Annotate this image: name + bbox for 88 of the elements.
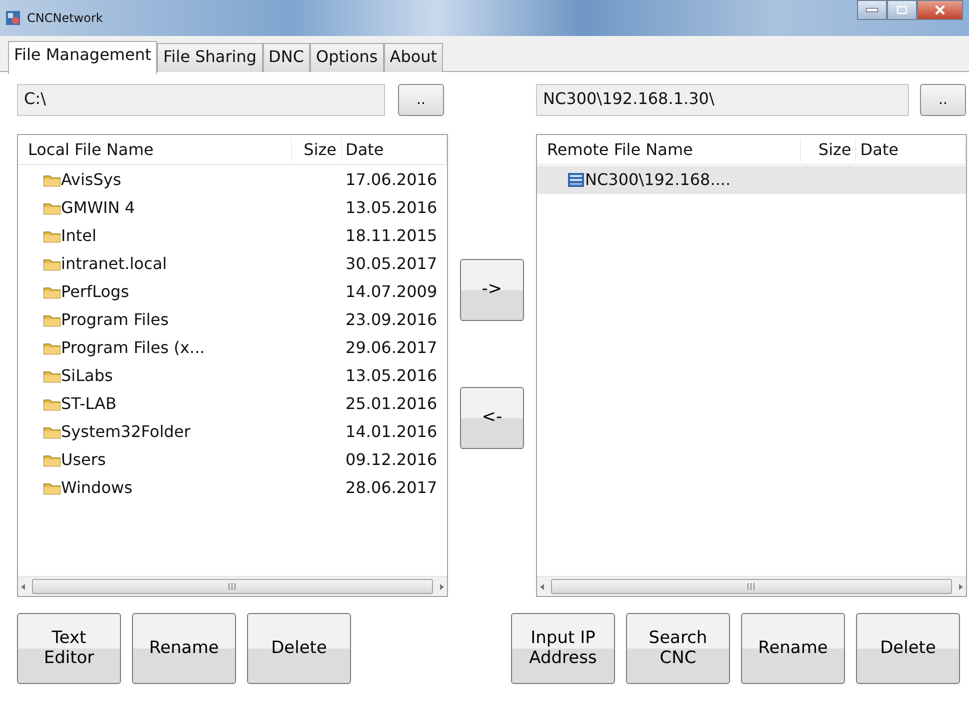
folder-icon [43,425,61,439]
file-date: 28.06.2017 [344,477,438,499]
action-button[interactable]: Text Editor [17,613,121,684]
path-field[interactable]: C:\ [17,84,385,116]
folder-icon [43,481,61,495]
grip-icon [228,583,237,590]
file-name: AvisSys [61,169,122,191]
action-button[interactable]: Rename [741,613,845,684]
file-name: GMWIN 4 [61,197,135,219]
tab[interactable]: File Sharing [157,43,263,72]
minimize-icon [866,8,878,12]
scrollbar-thumb[interactable] [551,579,952,594]
file-name: Windows [61,477,132,499]
file-date: 09.12.2016 [344,449,438,471]
maximize-button[interactable] [887,0,917,20]
tab[interactable]: Options [310,43,384,72]
tab[interactable]: File Management [8,41,158,74]
file-name: Program Files [61,309,169,331]
transfer-button[interactable]: <- [460,387,524,449]
folder-icon [43,173,61,187]
file-row[interactable]: NC300\192.168.... [537,166,966,194]
file-row[interactable]: Users 09.12.2016 [18,446,447,474]
column-header[interactable]: Date [342,138,447,162]
file-name: PerfLogs [61,281,130,303]
file-row[interactable]: Windows 28.06.2017 [18,474,447,502]
column-header[interactable]: Remote File Name [537,138,802,162]
path-field[interactable]: NC300\192.168.1.30\ [536,84,909,116]
file-date: 25.01.2016 [344,393,438,415]
close-button[interactable] [917,0,963,20]
file-name: Intel [61,225,96,247]
folder-icon [43,341,61,355]
file-row[interactable]: ST-LAB 25.01.2016 [18,390,447,418]
file-row[interactable]: Program Files 23.09.2016 [18,306,447,334]
close-icon [935,5,945,15]
action-button[interactable]: Search CNC [626,613,730,684]
file-row[interactable]: AvisSys 17.06.2016 [18,166,447,194]
file-row[interactable]: intranet.local 30.05.2017 [18,250,447,278]
file-row[interactable]: System32Folder 14.01.2016 [18,418,447,446]
file-row[interactable]: PerfLogs 14.07.2009 [18,278,447,306]
folder-icon [43,369,61,383]
app-icon [5,10,21,26]
folder-icon [43,453,61,467]
minimize-button[interactable] [857,0,887,20]
column-header[interactable]: Size [801,138,856,162]
column-header[interactable]: Size [292,138,342,162]
browse-button[interactable]: .. [920,84,966,116]
file-date: 30.05.2017 [344,253,438,275]
action-button[interactable]: Rename [132,613,236,684]
tab[interactable]: About [384,43,444,72]
folder-icon [43,313,61,327]
file-date: 18.11.2015 [344,225,438,247]
file-name: NC300\192.168.... [585,169,731,191]
horizontal-scrollbar[interactable] [537,576,966,596]
file-row[interactable]: SiLabs 13.05.2016 [18,362,447,390]
horizontal-scrollbar[interactable] [18,576,447,596]
file-date: 13.05.2016 [344,197,438,219]
file-date: 14.07.2009 [344,281,438,303]
column-header[interactable]: Local File Name [18,138,292,162]
folder-icon [43,397,61,411]
file-date: 23.09.2016 [344,309,438,331]
file-name: Users [61,449,106,471]
file-row[interactable]: Intel 18.11.2015 [18,222,447,250]
file-name: intranet.local [61,253,167,275]
scrollbar-thumb[interactable] [32,579,433,594]
file-row[interactable]: Program Files (x... 29.06.2017 [18,334,447,362]
window-title: CNCNetwork [27,10,103,27]
file-date: 17.06.2016 [344,169,438,191]
column-header[interactable]: Date [856,138,966,162]
grip-icon [747,583,756,590]
action-button[interactable]: Delete [856,613,960,684]
transfer-button[interactable]: -> [460,259,524,321]
action-button[interactable]: Delete [247,613,351,684]
action-button[interactable]: Input IP Address [511,613,615,684]
file-date: 29.06.2017 [344,337,438,359]
file-row[interactable]: GMWIN 4 13.05.2016 [18,194,447,222]
file-name: Program Files (x... [61,337,205,359]
file-date: 14.01.2016 [344,421,438,443]
file-name: SiLabs [61,365,113,387]
folder-icon [43,229,61,243]
folder-icon [43,285,61,299]
folder-icon [43,257,61,271]
browse-button[interactable]: .. [398,84,444,116]
file-name: ST-LAB [61,393,116,415]
file-name: System32Folder [61,421,190,443]
tab[interactable]: DNC [262,43,310,72]
folder-icon [43,201,61,215]
maximize-icon [897,6,907,14]
file-date: 13.05.2016 [344,365,438,387]
